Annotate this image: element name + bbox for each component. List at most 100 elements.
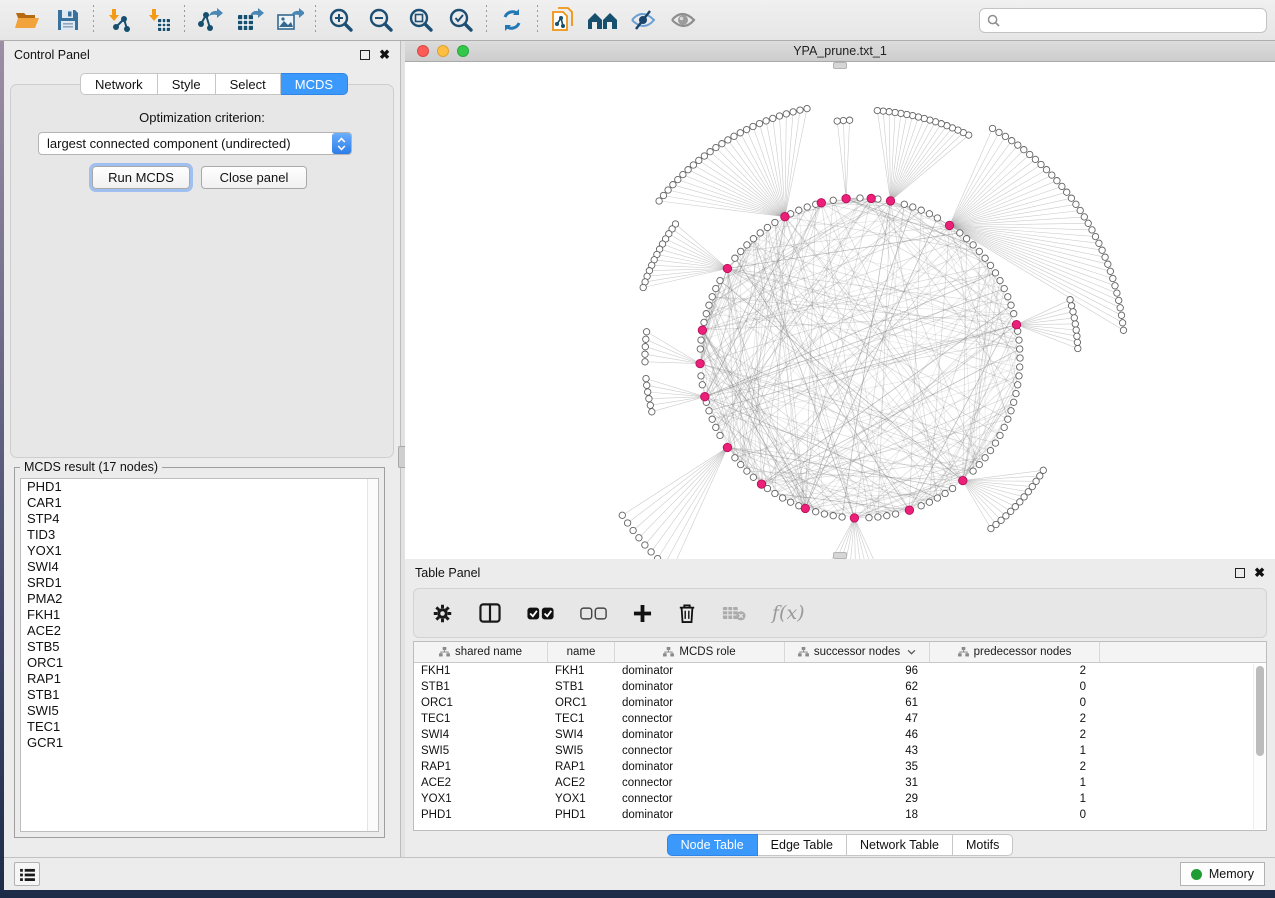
memory-button[interactable]: Memory: [1180, 862, 1265, 886]
mcds-result-item[interactable]: TID3: [21, 527, 378, 543]
mcds-result-item[interactable]: PHD1: [21, 479, 378, 495]
mcds-result-item[interactable]: SWI4: [21, 559, 378, 575]
search-input[interactable]: [1005, 13, 1259, 27]
float-panel-icon[interactable]: [360, 50, 370, 60]
network-graph[interactable]: [405, 62, 1275, 559]
mcds-result-title: MCDS result (17 nodes): [20, 460, 162, 474]
table-cell: YOX1: [548, 793, 615, 805]
zoom-fit-button[interactable]: [401, 3, 441, 37]
mcds-result-item[interactable]: CAR1: [21, 495, 378, 511]
table-cell: 31: [785, 777, 930, 789]
tab-edge-table[interactable]: Edge Table: [758, 834, 847, 856]
close-panel-icon[interactable]: ✖: [1254, 568, 1265, 578]
table-row[interactable]: ORC1ORC1dominator610: [414, 695, 1266, 711]
table-row[interactable]: ACE2ACE2connector311: [414, 775, 1266, 791]
tab-mcds[interactable]: MCDS: [281, 73, 348, 95]
table-row[interactable]: STB1STB1dominator620: [414, 679, 1266, 695]
mcds-result-item[interactable]: FKH1: [21, 607, 378, 623]
tab-motifs[interactable]: Motifs: [953, 834, 1013, 856]
mcds-result-item[interactable]: ORC1: [21, 655, 378, 671]
optimization-criterion-select[interactable]: largest connected component (undirected): [38, 132, 352, 155]
table-row[interactable]: SWI5SWI5connector431: [414, 743, 1266, 759]
hide-details-button[interactable]: [623, 3, 663, 37]
function-builder-button[interactable]: f(x): [772, 602, 805, 624]
network-canvas[interactable]: [405, 62, 1275, 559]
table-row[interactable]: PHD1PHD1dominator180: [414, 807, 1266, 823]
column-type-icon: [958, 647, 969, 657]
table-cell: dominator: [615, 681, 785, 693]
column-header-successor-nodes[interactable]: successor nodes: [785, 642, 930, 662]
table-cell: SWI5: [414, 745, 548, 757]
toggle-panel-layout-button[interactable]: [479, 603, 501, 623]
mcds-result-item[interactable]: STB1: [21, 687, 378, 703]
table-row[interactable]: SWI4SWI4dominator462: [414, 727, 1266, 743]
deselect-all-rows-button[interactable]: [580, 607, 607, 620]
table-row[interactable]: YOX1YOX1connector291: [414, 791, 1266, 807]
export-table-button[interactable]: [230, 3, 270, 37]
close-panel-icon[interactable]: ✖: [379, 50, 390, 60]
table-row[interactable]: RAP1RAP1dominator352: [414, 759, 1266, 775]
mcds-result-item[interactable]: YOX1: [21, 543, 378, 559]
delete-column-button[interactable]: [678, 603, 696, 624]
control-panel-title: Control Panel: [14, 48, 90, 62]
share-network-button[interactable]: [543, 3, 583, 37]
table-row[interactable]: TEC1TEC1connector472: [414, 711, 1266, 727]
table-scrollbar-thumb[interactable]: [1256, 666, 1264, 756]
show-task-history-button[interactable]: [14, 862, 40, 886]
splitter-grip-icon[interactable]: [833, 62, 847, 69]
mcds-list-scrollbar[interactable]: [367, 479, 378, 831]
show-all-networks-button[interactable]: [583, 3, 623, 37]
tab-select[interactable]: Select: [216, 73, 281, 95]
toolbar-separator: [184, 5, 185, 35]
import-table-icon: [146, 7, 172, 33]
mcds-result-item[interactable]: RAP1: [21, 671, 378, 687]
mcds-result-item[interactable]: STP4: [21, 511, 378, 527]
export-image-button[interactable]: [270, 3, 310, 37]
mcds-result-item[interactable]: SRD1: [21, 575, 378, 591]
select-stepper-icon: [332, 133, 351, 154]
mcds-result-item[interactable]: STB5: [21, 639, 378, 655]
select-all-rows-button[interactable]: [527, 607, 554, 620]
close-panel-button[interactable]: Close panel: [201, 166, 307, 189]
import-network-button[interactable]: [99, 3, 139, 37]
table-row[interactable]: FKH1FKH1dominator962: [414, 663, 1266, 679]
mcds-result-item[interactable]: GCR1: [21, 735, 378, 751]
node-table: shared namenameMCDS rolesuccessor nodesp…: [413, 641, 1267, 831]
zoom-in-button[interactable]: [321, 3, 361, 37]
show-all-networks-icon: [587, 9, 619, 31]
table-cell: ACE2: [548, 777, 615, 789]
tab-network-table[interactable]: Network Table: [847, 834, 953, 856]
search-field[interactable]: [979, 8, 1267, 33]
column-header-MCDS-role[interactable]: MCDS role: [615, 642, 785, 662]
column-header-shared-name[interactable]: shared name: [414, 642, 548, 662]
tab-style[interactable]: Style: [158, 73, 216, 95]
mcds-result-list[interactable]: PHD1CAR1STP4TID3YOX1SWI4SRD1PMA2FKH1ACE2…: [20, 478, 379, 832]
zoom-selected-button[interactable]: [441, 3, 481, 37]
table-cell: 46: [785, 729, 930, 741]
network-window-titlebar[interactable]: YPA_prune.txt_1: [405, 41, 1275, 62]
refresh-icon: [499, 7, 525, 33]
create-column-button[interactable]: [633, 604, 652, 623]
run-mcds-button[interactable]: Run MCDS: [92, 166, 190, 189]
splitter-grip-icon[interactable]: [833, 552, 847, 559]
delete-table-button[interactable]: [722, 606, 746, 621]
column-settings-button[interactable]: [432, 603, 453, 624]
tab-network[interactable]: Network: [80, 73, 158, 95]
tab-node-table[interactable]: Node Table: [667, 834, 758, 856]
import-table-button[interactable]: [139, 3, 179, 37]
mcds-result-item[interactable]: TEC1: [21, 719, 378, 735]
mcds-result-item[interactable]: ACE2: [21, 623, 378, 639]
zoom-out-button[interactable]: [361, 3, 401, 37]
refresh-button[interactable]: [492, 3, 532, 37]
table-body: FKH1FKH1dominator962STB1STB1dominator620…: [414, 663, 1266, 823]
mcds-result-item[interactable]: PMA2: [21, 591, 378, 607]
column-header-predecessor-nodes[interactable]: predecessor nodes: [930, 642, 1100, 662]
table-scrollbar[interactable]: [1253, 664, 1265, 829]
show-details-button[interactable]: [663, 3, 703, 37]
column-header-name[interactable]: name: [548, 642, 615, 662]
open-file-button[interactable]: [8, 3, 48, 37]
mcds-result-item[interactable]: SWI5: [21, 703, 378, 719]
export-network-button[interactable]: [190, 3, 230, 37]
save-session-button[interactable]: [48, 3, 88, 37]
float-panel-icon[interactable]: [1235, 568, 1245, 578]
